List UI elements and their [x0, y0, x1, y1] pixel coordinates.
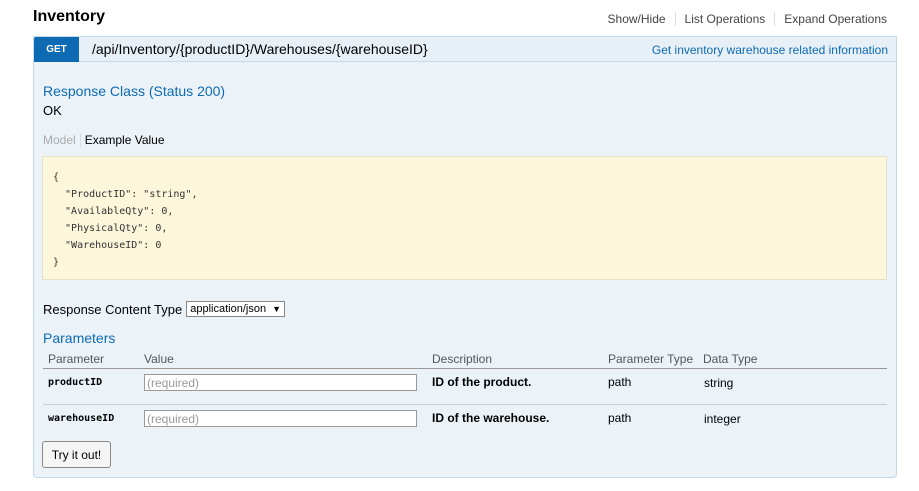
response-content-type-label: Response Content Type: [43, 301, 183, 317]
operation-heading[interactable]: GET /api/Inventory/{productID}/Warehouse…: [34, 37, 896, 62]
param-name: warehouseID: [48, 413, 115, 424]
response-status-text: OK: [43, 103, 62, 118]
expand-operations-link[interactable]: Expand Operations: [775, 12, 887, 26]
param-type: path: [608, 411, 632, 425]
warehouseid-input[interactable]: [144, 410, 417, 427]
operation-summary[interactable]: Get inventory warehouse related informat…: [652, 43, 888, 57]
resource-links: Show/Hide List Operations Expand Operati…: [599, 12, 887, 26]
col-parameter: Parameter: [48, 352, 105, 366]
list-operations-link[interactable]: List Operations: [676, 12, 776, 26]
parameters-table: Parameter Value Description Parameter Ty…: [43, 350, 887, 441]
parameters-title: Parameters: [43, 330, 116, 346]
col-parameter-type: Parameter Type: [608, 352, 694, 366]
resource-title[interactable]: Inventory: [33, 8, 105, 26]
show-hide-link[interactable]: Show/Hide: [599, 12, 676, 26]
content-type-select[interactable]: application/json ▼: [186, 301, 286, 317]
productid-input[interactable]: [144, 374, 417, 391]
param-data-type: integer: [704, 412, 741, 426]
content-type-value: application/json: [190, 303, 267, 315]
example-value-box[interactable]: { "ProductID": "string", "AvailableQty":…: [42, 156, 887, 280]
table-header-row: Parameter Value Description Parameter Ty…: [43, 350, 887, 369]
chevron-down-icon: ▼: [272, 304, 282, 314]
operation-panel: GET /api/Inventory/{productID}/Warehouse…: [33, 36, 897, 478]
resource-header: Inventory Show/Hide List Operations Expa…: [33, 6, 887, 32]
param-data-type: string: [704, 376, 734, 390]
param-name: productID: [48, 377, 103, 388]
tab-example-value[interactable]: Example Value: [81, 133, 165, 147]
param-description: ID of the product.: [432, 375, 532, 389]
http-verb-badge[interactable]: GET: [34, 37, 79, 62]
model-tabs: Model Example Value: [43, 133, 165, 147]
param-description: ID of the warehouse.: [432, 411, 550, 425]
tab-model[interactable]: Model: [43, 133, 81, 147]
operation-path[interactable]: /api/Inventory/{productID}/Warehouses/{w…: [92, 41, 428, 57]
response-content-type: Response Content Type application/json ▼: [43, 301, 286, 317]
try-it-out-button[interactable]: Try it out!: [42, 441, 111, 468]
table-row: warehouseID ID of the warehouse. path in…: [43, 405, 887, 441]
col-data-type: Data Type: [703, 352, 758, 366]
table-row: productID ID of the product. path string: [43, 369, 887, 405]
param-type: path: [608, 375, 632, 389]
response-class-title: Response Class (Status 200): [43, 83, 226, 99]
col-value: Value: [144, 352, 174, 366]
col-description: Description: [432, 352, 493, 366]
